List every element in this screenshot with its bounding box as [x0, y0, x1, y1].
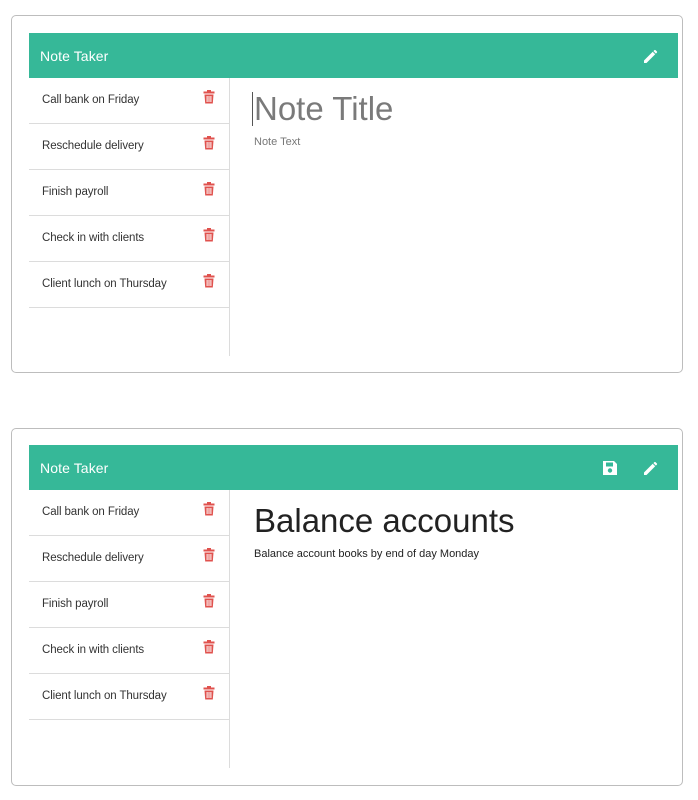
- list-item[interactable]: Call bank on Friday: [29, 490, 229, 536]
- brand-title[interactable]: Note Taker: [40, 460, 108, 476]
- note-title-label: Client lunch on Thursday: [42, 278, 167, 290]
- trash-icon[interactable]: [203, 686, 215, 700]
- list-item[interactable]: Reschedule delivery: [29, 536, 229, 582]
- trash-icon[interactable]: [203, 182, 215, 196]
- note-title-label: Reschedule delivery: [42, 552, 144, 564]
- list-item[interactable]: Client lunch on Thursday: [29, 262, 229, 308]
- note-title-label: Finish payroll: [42, 186, 109, 198]
- trash-icon[interactable]: [203, 228, 215, 242]
- note-title-label: Check in with clients: [42, 232, 145, 244]
- trash-icon[interactable]: [203, 90, 215, 104]
- trash-icon[interactable]: [203, 274, 215, 288]
- list-item[interactable]: Finish payroll: [29, 582, 229, 628]
- note-title-label: Finish payroll: [42, 598, 109, 610]
- pencil-icon[interactable]: [641, 46, 661, 66]
- trash-icon[interactable]: [203, 594, 215, 608]
- text-cursor: [252, 92, 253, 126]
- note-title-label: Call bank on Friday: [42, 94, 140, 106]
- note-title-label: Client lunch on Thursday: [42, 690, 167, 702]
- trash-icon[interactable]: [203, 136, 215, 150]
- note-editor: Balance accounts Balance account books b…: [254, 502, 664, 560]
- list-item[interactable]: Reschedule delivery: [29, 124, 229, 170]
- note-text-input[interactable]: Balance account books by end of day Mond…: [254, 548, 664, 560]
- note-text-placeholder: Note Text: [254, 136, 301, 148]
- floppy-disk-icon[interactable]: [600, 458, 620, 478]
- note-title-label: Reschedule delivery: [42, 140, 144, 152]
- pencil-icon[interactable]: [641, 458, 661, 478]
- list-item[interactable]: Call bank on Friday: [29, 78, 229, 124]
- note-title-label: Check in with clients: [42, 644, 145, 656]
- note-list: Call bank on Friday Reschedule delivery …: [29, 78, 230, 356]
- trash-icon[interactable]: [203, 640, 215, 654]
- app-window-edit-note: Note Taker Call bank on Friday Reschedul…: [11, 428, 683, 786]
- note-list: Call bank on Friday Reschedule delivery …: [29, 490, 230, 768]
- list-item[interactable]: Check in with clients: [29, 628, 229, 674]
- note-title-input[interactable]: Note Title: [252, 90, 664, 128]
- note-title-input[interactable]: Balance accounts: [254, 502, 664, 540]
- navbar: Note Taker: [29, 33, 678, 78]
- list-item[interactable]: Client lunch on Thursday: [29, 674, 229, 720]
- list-item[interactable]: Finish payroll: [29, 170, 229, 216]
- trash-icon[interactable]: [203, 548, 215, 562]
- trash-icon[interactable]: [203, 502, 215, 516]
- navbar: Note Taker: [29, 445, 678, 490]
- list-item[interactable]: Check in with clients: [29, 216, 229, 262]
- brand-title[interactable]: Note Taker: [40, 48, 108, 64]
- note-text-input[interactable]: Note Text: [254, 136, 664, 148]
- note-title-placeholder: Note Title: [254, 90, 394, 127]
- note-title-label: Call bank on Friday: [42, 506, 140, 518]
- note-editor: Note Title Note Text: [252, 90, 664, 148]
- app-window-new-note: Note Taker Call bank on Friday Reschedul…: [11, 15, 683, 373]
